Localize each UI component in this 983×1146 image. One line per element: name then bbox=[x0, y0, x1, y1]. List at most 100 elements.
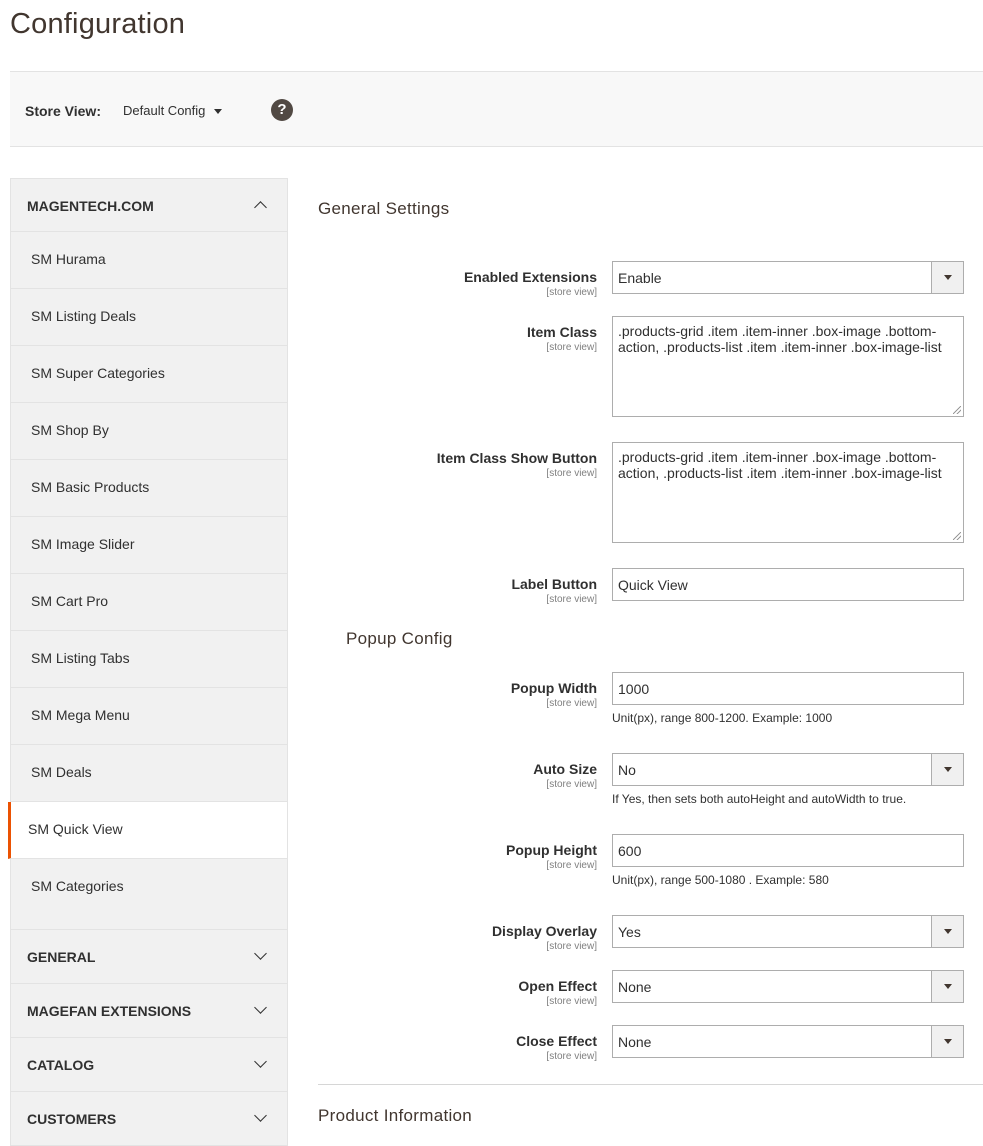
popup-height-input[interactable]: 600 bbox=[612, 834, 964, 867]
select-value: Enable bbox=[618, 270, 662, 286]
sidebar-item-label: SM Categories bbox=[31, 878, 124, 894]
dropdown-arrow-icon bbox=[931, 262, 963, 293]
scope-label: [store view] bbox=[546, 287, 597, 298]
select-value: None bbox=[618, 1034, 652, 1050]
field-label: Label Button bbox=[511, 576, 597, 592]
scope-label: [store view] bbox=[546, 468, 597, 479]
sidebar-item-sm-listing-tabs[interactable]: SM Listing Tabs bbox=[11, 631, 287, 688]
sidebar-item-label: SM Shop By bbox=[31, 422, 109, 438]
field-label: Popup Width bbox=[510, 680, 597, 696]
sidebar-item-sm-mega-menu[interactable]: SM Mega Menu bbox=[11, 688, 287, 745]
sidebar-item-label: SM Hurama bbox=[31, 251, 106, 267]
chevron-up-icon bbox=[254, 201, 267, 214]
scope-label: [store view] bbox=[546, 698, 597, 709]
scope-label: [store view] bbox=[546, 594, 597, 605]
sidebar-section-catalog-header[interactable]: CATALOG bbox=[11, 1038, 287, 1091]
sidebar-item-label: SM Basic Products bbox=[31, 479, 150, 495]
field-label: Enabled Extensions bbox=[463, 269, 597, 285]
input-value: Quick View bbox=[618, 577, 688, 593]
dropdown-arrow-icon bbox=[931, 1026, 963, 1057]
scope-label: [store view] bbox=[546, 342, 597, 353]
sidebar-section-title: MAGEFAN EXTENSIONS bbox=[27, 1003, 192, 1019]
chevron-down-icon bbox=[254, 947, 267, 960]
enabled-extensions-select[interactable]: Enable bbox=[612, 261, 964, 294]
auto-size-select[interactable]: No bbox=[612, 753, 964, 786]
open-effect-select[interactable]: None bbox=[612, 970, 964, 1003]
sidebar-section-magefan-header[interactable]: MAGEFAN EXTENSIONS bbox=[11, 984, 287, 1037]
store-switcher-bar: Store View: Default Config ? bbox=[10, 71, 983, 147]
field-label: Auto Size bbox=[533, 761, 597, 777]
display-overlay-select[interactable]: Yes bbox=[612, 915, 964, 948]
sidebar-item-label: SM Listing Tabs bbox=[31, 650, 130, 666]
sidebar-item-sm-listing-deals[interactable]: SM Listing Deals bbox=[11, 289, 287, 346]
sidebar-section-title: CUSTOMERS bbox=[27, 1111, 117, 1127]
config-sidebar: MAGENTECH.COM SM Hurama SM Listing Deals… bbox=[8, 178, 288, 1146]
sidebar-item-label: SM Quick View bbox=[28, 821, 123, 837]
scope-label: [store view] bbox=[546, 941, 597, 952]
field-label: Item Class bbox=[526, 324, 597, 340]
sidebar-item-sm-cart-pro[interactable]: SM Cart Pro bbox=[11, 574, 287, 631]
item-class-textarea[interactable]: .products-grid .item .item-inner .box-im… bbox=[612, 316, 964, 417]
chevron-down-icon bbox=[254, 1001, 267, 1014]
scope-label: [store view] bbox=[546, 996, 597, 1007]
section-title-popup-config[interactable]: Popup Config bbox=[346, 629, 453, 649]
textarea-value: .products-grid .item .item-inner .box-im… bbox=[618, 449, 942, 481]
chevron-down-icon bbox=[254, 1055, 267, 1068]
sidebar-item-label: SM Cart Pro bbox=[31, 593, 109, 609]
select-value: No bbox=[618, 762, 636, 778]
store-view-value: Default Config bbox=[123, 103, 206, 118]
field-label: Close Effect bbox=[516, 1033, 597, 1049]
sidebar-section-magefan: MAGEFAN EXTENSIONS bbox=[10, 984, 288, 1038]
item-class-show-button-textarea[interactable]: .products-grid .item .item-inner .box-im… bbox=[612, 442, 964, 543]
sidebar-section-general: GENERAL bbox=[10, 930, 288, 984]
chevron-down-icon bbox=[254, 1109, 267, 1122]
sidebar-section-magentech-header[interactable]: MAGENTECH.COM bbox=[11, 179, 287, 232]
sidebar-item-label: SM Image Slider bbox=[31, 536, 135, 552]
field-label: Popup Height bbox=[506, 842, 597, 858]
textarea-value: .products-grid .item .item-inner .box-im… bbox=[618, 323, 942, 355]
label-button-input[interactable]: Quick View bbox=[612, 568, 964, 601]
sidebar-section-general-header[interactable]: GENERAL bbox=[11, 930, 287, 983]
input-value: 1000 bbox=[618, 681, 650, 697]
sidebar-item-sm-shop-by[interactable]: SM Shop By bbox=[11, 403, 287, 460]
help-icon[interactable]: ? bbox=[271, 99, 293, 121]
scope-label: [store view] bbox=[546, 779, 597, 790]
section-divider bbox=[318, 1084, 983, 1085]
resize-grip-icon[interactable] bbox=[953, 406, 961, 414]
field-label: Open Effect bbox=[518, 978, 597, 994]
field-note: If Yes, then sets both autoHeight and au… bbox=[612, 792, 907, 806]
sidebar-item-label: SM Deals bbox=[31, 764, 92, 780]
sidebar-item-label: SM Super Categories bbox=[31, 365, 165, 381]
sidebar-item-sm-categories[interactable]: SM Categories bbox=[11, 859, 287, 929]
sidebar-item-label: SM Mega Menu bbox=[31, 707, 130, 723]
dropdown-arrow-icon bbox=[931, 971, 963, 1002]
close-effect-select[interactable]: None bbox=[612, 1025, 964, 1058]
field-note: Unit(px), range 800-1200. Example: 1000 bbox=[612, 711, 833, 725]
section-title-product-information[interactable]: Product Information bbox=[318, 1106, 472, 1126]
popup-width-input[interactable]: 1000 bbox=[612, 672, 964, 705]
select-value: None bbox=[618, 979, 652, 995]
sidebar-item-sm-image-slider[interactable]: SM Image Slider bbox=[11, 517, 287, 574]
store-view-label: Store View: bbox=[25, 103, 101, 119]
input-value: 600 bbox=[618, 843, 642, 859]
sidebar-item-sm-quick-view[interactable]: SM Quick View bbox=[8, 802, 287, 859]
dropdown-arrow-icon bbox=[931, 916, 963, 947]
sidebar-section-catalog: CATALOG bbox=[10, 1038, 288, 1092]
sidebar-section-title: GENERAL bbox=[27, 949, 96, 965]
store-view-dropdown[interactable]: Default Config bbox=[123, 103, 223, 118]
sidebar-item-sm-basic-products[interactable]: SM Basic Products bbox=[11, 460, 287, 517]
sidebar-section-title: MAGENTECH.COM bbox=[27, 198, 154, 214]
sidebar-item-sm-deals[interactable]: SM Deals bbox=[11, 745, 287, 802]
scope-label: [store view] bbox=[546, 860, 597, 871]
field-label: Item Class Show Button bbox=[436, 450, 597, 466]
resize-grip-icon[interactable] bbox=[953, 532, 961, 540]
sidebar-section-customers-header[interactable]: CUSTOMERS bbox=[11, 1092, 287, 1145]
sidebar-item-sm-hurama[interactable]: SM Hurama bbox=[11, 232, 287, 289]
dropdown-arrow-icon bbox=[931, 754, 963, 785]
section-title-general-settings[interactable]: General Settings bbox=[318, 199, 449, 219]
caret-down-icon bbox=[214, 109, 223, 115]
sidebar-item-sm-super-categories[interactable]: SM Super Categories bbox=[11, 346, 287, 403]
field-label: Display Overlay bbox=[491, 923, 597, 939]
sidebar-section-title: CATALOG bbox=[27, 1057, 95, 1073]
page-title: Configuration bbox=[10, 8, 186, 40]
